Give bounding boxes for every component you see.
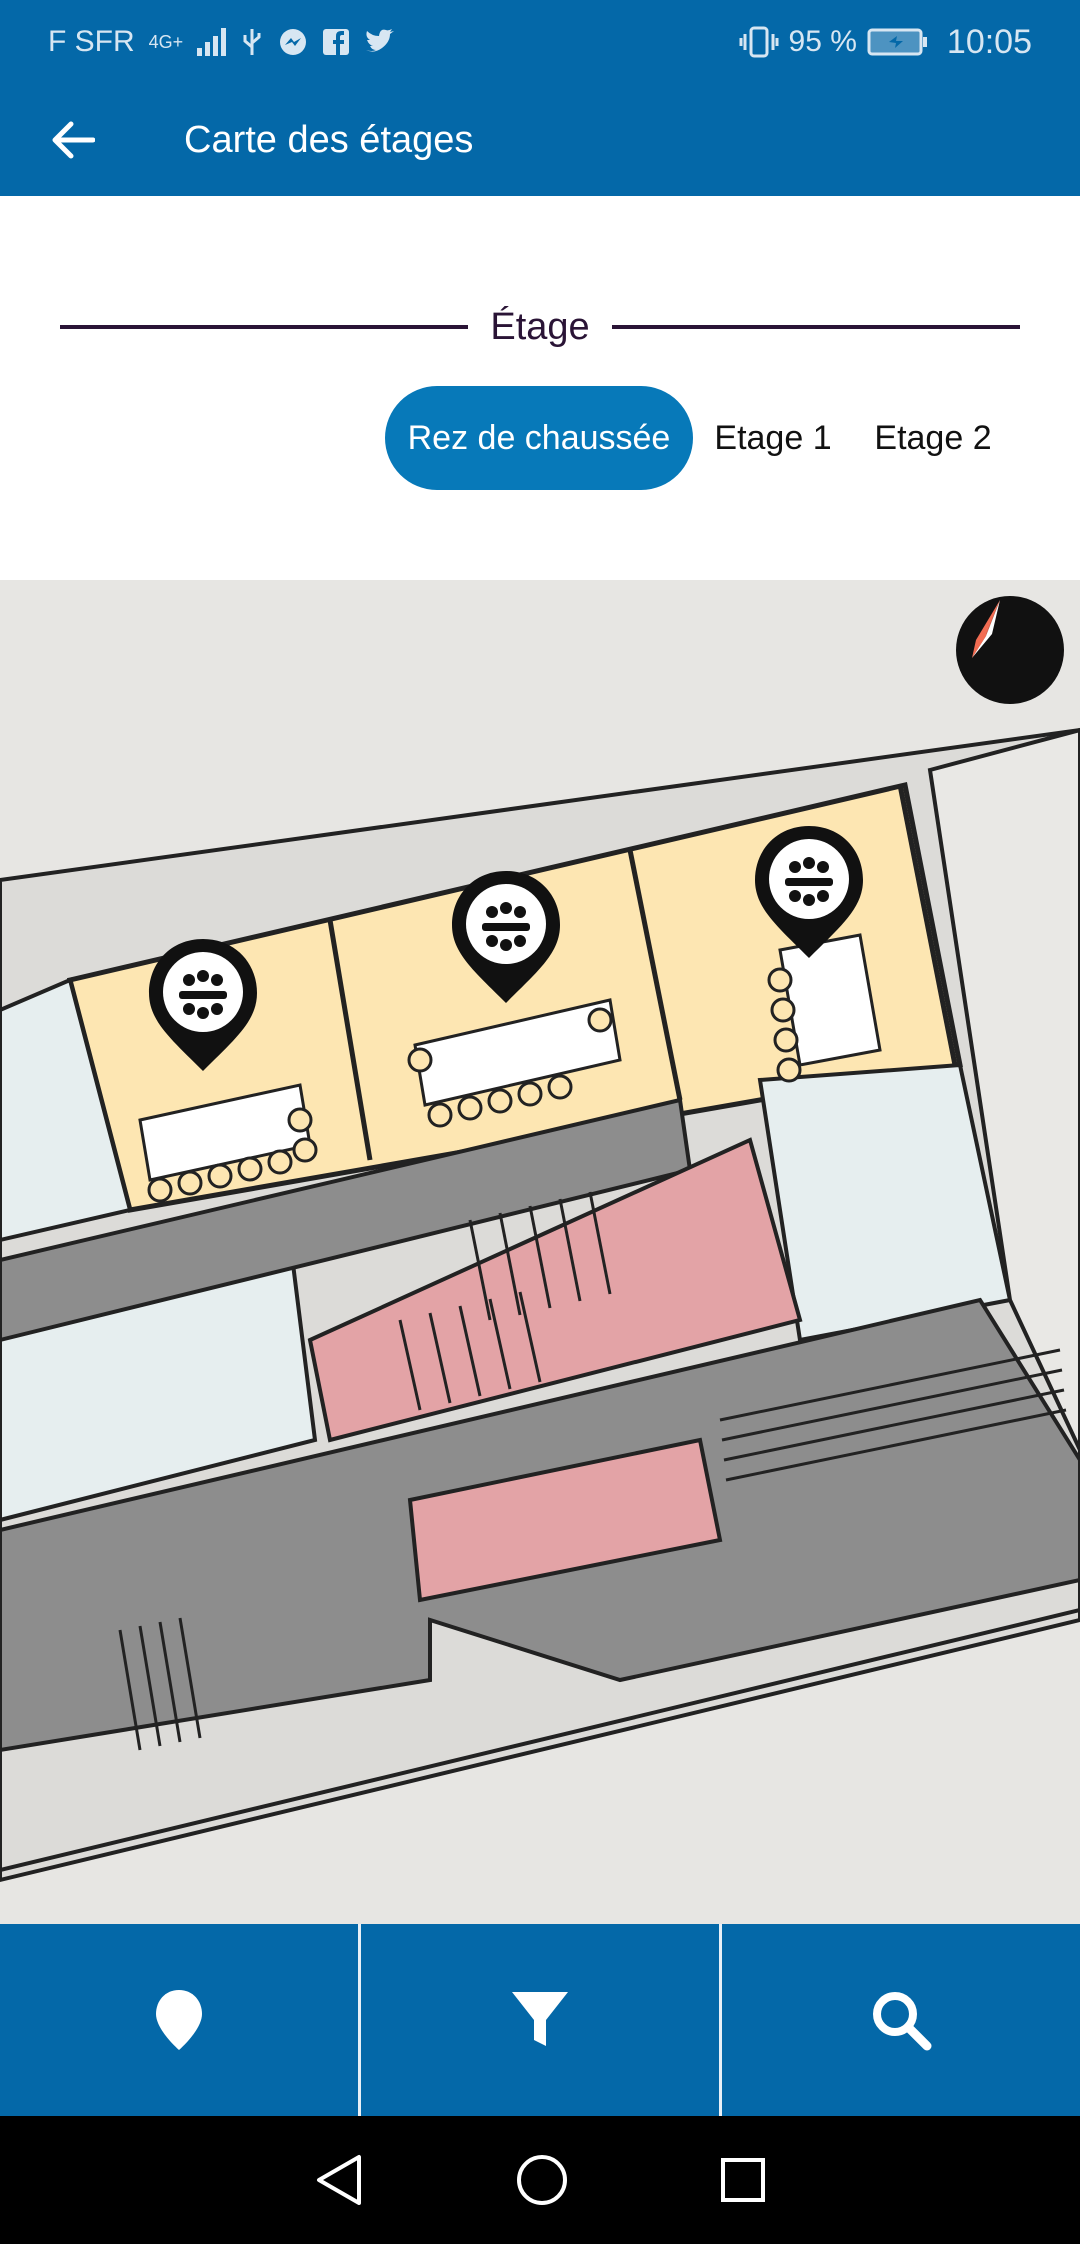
battery-percent: 95 % (788, 25, 857, 58)
status-left: F SFR 4G+ (48, 25, 396, 59)
back-triangle-icon[interactable] (313, 2153, 365, 2207)
floor-plan (0, 727, 1080, 1883)
location-pin-icon (156, 1990, 202, 2050)
app-bar: Carte des étages (0, 84, 1080, 196)
twitter-icon (366, 29, 395, 52)
signal-icon (197, 28, 227, 56)
status-bar: F SFR 4G+ 95 % 10:05 (0, 0, 1080, 84)
facebook-icon (323, 29, 350, 55)
vibrate-icon (739, 26, 779, 58)
divider-left (60, 325, 469, 329)
compass-icon (972, 600, 1000, 658)
filter-icon (512, 1992, 568, 2046)
compass-button[interactable] (956, 596, 1064, 704)
network-label: 4G+ (148, 31, 184, 52)
meeting-room-icon (179, 970, 227, 1019)
status-right: 95 % 10:05 (739, 23, 1032, 62)
divider-right (611, 325, 1020, 329)
floor-heading: Étage (60, 300, 1020, 354)
meeting-room-marker-1[interactable] (145, 935, 261, 1075)
floor-selector: Étage Rez de chaussée Etage 1 Etage 2 (0, 196, 1080, 580)
back-button[interactable] (36, 104, 108, 176)
arrow-left-icon (52, 121, 95, 159)
messenger-icon (280, 29, 307, 55)
tab-rez-de-chaussee[interactable]: Rez de chaussée (385, 386, 693, 490)
floor-map[interactable] (0, 580, 1080, 1924)
bottom-nav (0, 1924, 1080, 2116)
nav-search-button[interactable] (719, 1924, 1080, 2116)
meeting-room-icon (482, 902, 530, 951)
clock: 10:05 (946, 22, 1032, 61)
page-title: Carte des étages (184, 118, 474, 161)
tab-etage-1[interactable]: Etage 1 (693, 386, 853, 490)
meeting-room-icon (785, 857, 833, 906)
battery-charging-icon (867, 28, 927, 56)
system-nav-bar (0, 2116, 1080, 2244)
carrier-label: F SFR (48, 25, 135, 58)
floor-heading-label: Étage (490, 305, 590, 348)
home-circle-icon[interactable] (515, 2153, 569, 2207)
search-icon (873, 1992, 932, 2051)
nav-location-button[interactable] (0, 1924, 358, 2116)
tab-etage-2[interactable]: Etage 2 (853, 386, 1013, 490)
meeting-room-marker-2[interactable] (448, 867, 564, 1007)
floor-tabs: Rez de chaussée Etage 1 Etage 2 (385, 386, 1013, 490)
nav-filter-button[interactable] (358, 1924, 719, 2116)
usb-icon (243, 29, 261, 55)
meeting-room-marker-3[interactable] (751, 822, 867, 962)
recents-square-icon[interactable] (719, 2156, 767, 2204)
